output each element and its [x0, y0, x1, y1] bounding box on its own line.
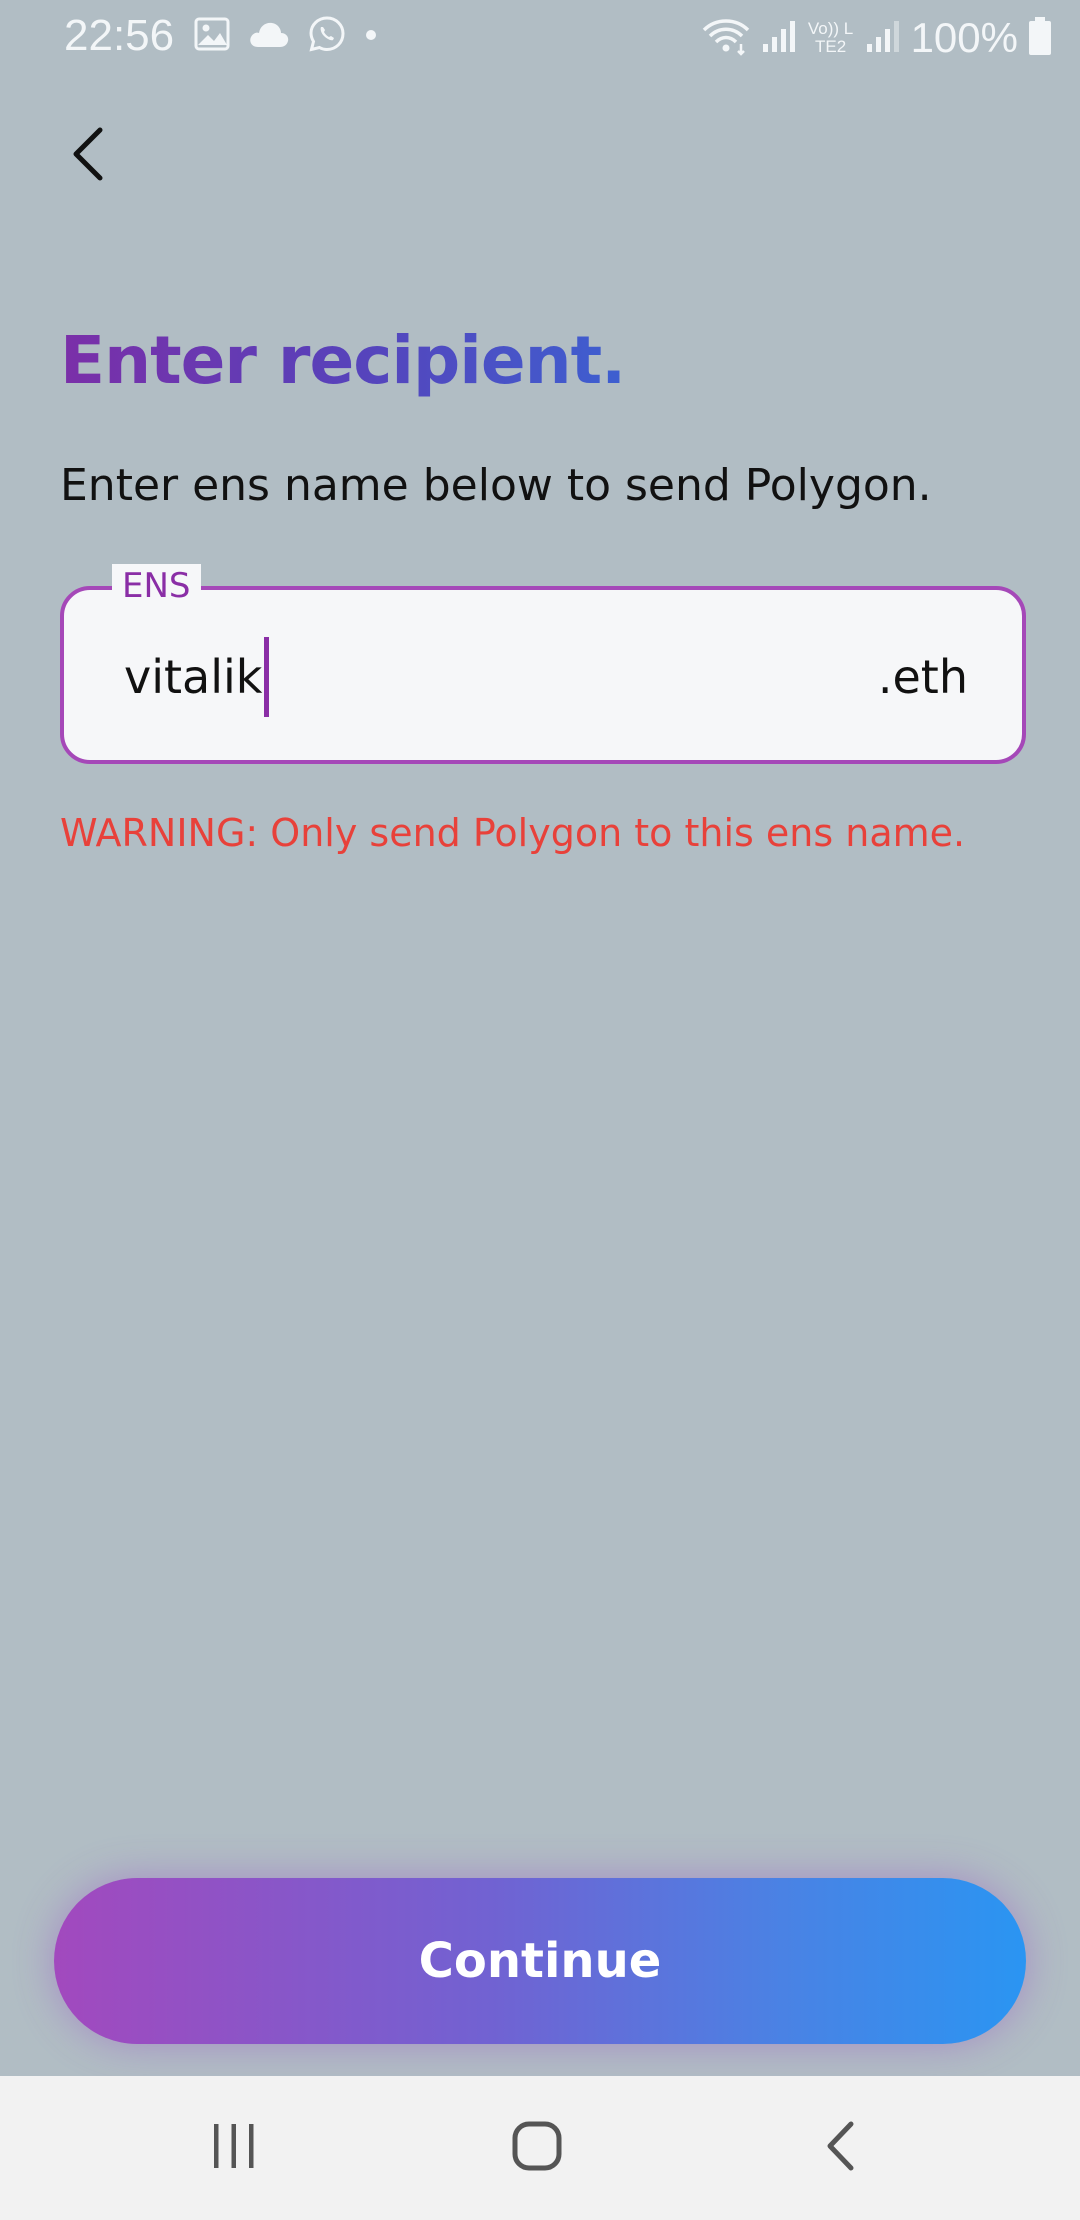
- home-button[interactable]: [467, 2076, 607, 2220]
- navigation-bar: [0, 2076, 1080, 2220]
- cloud-icon: [248, 19, 290, 53]
- volte-label: Vo)) LTE2: [807, 19, 854, 56]
- ens-input-value: vitalik: [124, 650, 263, 704]
- battery-icon: [1028, 16, 1052, 60]
- signal-icon: [865, 18, 901, 58]
- page-title: Enter recipient.: [60, 316, 626, 406]
- ens-suffix: .eth: [877, 650, 968, 704]
- text-caret: [264, 637, 270, 717]
- status-bar: 22:56 Vo)) LTE2 100%: [0, 0, 1080, 76]
- volte-icon: Vo)) LTE2: [807, 20, 855, 56]
- status-icons-right: Vo)) LTE2 100%: [701, 10, 1052, 66]
- status-icons-left: [194, 14, 378, 58]
- recent-apps-icon: [211, 2121, 257, 2175]
- warning-text: WARNING: Only send Polygon to this ens n…: [60, 811, 966, 855]
- recent-apps-button[interactable]: [164, 2076, 304, 2220]
- whatsapp-icon: [308, 15, 346, 57]
- signal-icon: [761, 18, 797, 58]
- home-icon: [511, 2120, 563, 2176]
- chevron-left-icon: [68, 126, 108, 186]
- status-time: 22:56: [64, 11, 175, 60]
- system-back-button[interactable]: [770, 2076, 910, 2220]
- continue-button[interactable]: Continue: [54, 1878, 1026, 2044]
- back-button[interactable]: [52, 120, 124, 192]
- gallery-icon: [194, 17, 230, 55]
- ens-input[interactable]: vitalik: [124, 637, 724, 717]
- back-icon: [823, 2120, 857, 2176]
- wifi-icon: [701, 16, 751, 60]
- battery-percent: 100%: [910, 14, 1018, 61]
- ens-field-label: ENS: [112, 564, 201, 608]
- ens-field[interactable]: ENS vitalik .eth: [60, 564, 1026, 764]
- dot-icon: [364, 27, 378, 46]
- page-subtitle: Enter ens name below to send Polygon.: [60, 460, 932, 511]
